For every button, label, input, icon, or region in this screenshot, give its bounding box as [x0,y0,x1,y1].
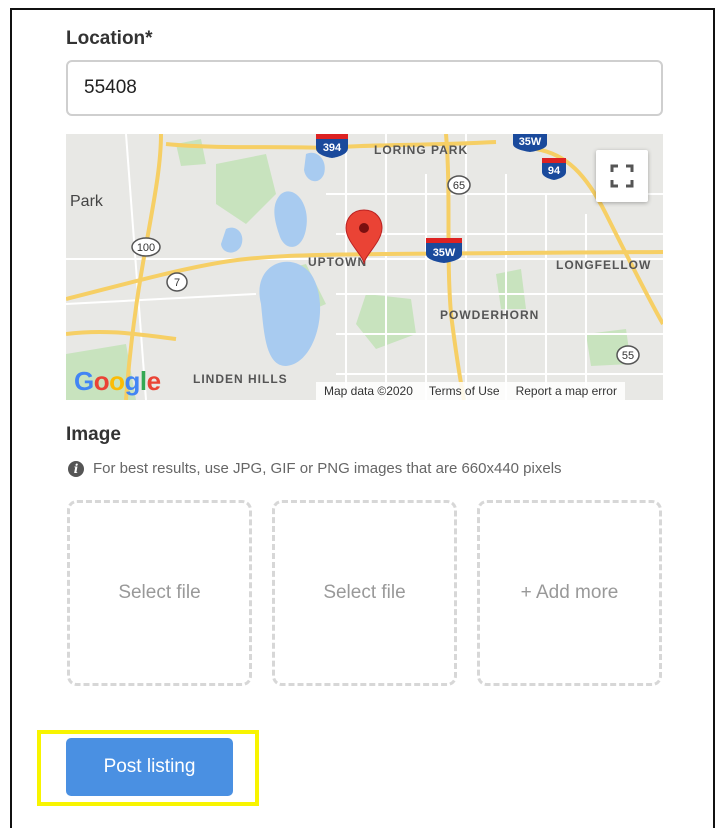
map-label-uptown: UPTOWN [308,255,367,269]
svg-text:94: 94 [548,165,561,177]
add-more-box[interactable]: + Add more [477,500,662,686]
map-label-powderhorn: POWDERHORN [440,308,539,322]
post-listing-button[interactable]: Post listing [66,738,233,796]
info-icon: i [68,460,84,477]
location-input[interactable] [66,60,663,116]
interstate-94-shield: 94 [542,158,566,180]
svg-text:394: 394 [323,142,342,154]
svg-text:35W: 35W [519,136,542,148]
svg-text:65: 65 [453,180,465,192]
report-map-error-link[interactable]: Report a map error [508,384,625,398]
image-hint: i For best results, use JPG, GIF or PNG … [68,460,562,477]
select-file-box-1[interactable]: Select file [67,500,252,686]
fullscreen-icon [610,164,634,188]
park-area [496,269,526,309]
map-label-longfellow: LONGFELLOW [556,258,651,272]
fullscreen-button[interactable] [596,150,648,202]
form-panel [10,8,715,828]
image-label: Image [66,424,121,445]
interstate-35w-shield-2: 35W [426,238,462,263]
svg-text:7: 7 [174,277,180,289]
map-label-linden-hills: LINDEN HILLS [193,372,288,386]
map-label-loring-park: LORING PARK [374,143,468,157]
route-100-marker: 100 [131,237,161,257]
google-logo: Google [74,366,161,396]
location-map[interactable]: LORING PARK UPTOWN LONGFELLOW POWDERHORN… [66,134,663,400]
interstate-394-shield: 394 [316,134,348,158]
route-7-marker: 7 [166,272,188,292]
image-hint-text: For best results, use JPG, GIF or PNG im… [93,460,562,477]
route-55-marker: 55 [616,345,640,365]
svg-text:35W: 35W [433,247,456,259]
location-label: Location* [66,28,153,49]
map-label-park: Park [70,193,104,210]
select-file-box-2[interactable]: Select file [272,500,457,686]
route-65-marker: 65 [447,175,471,195]
map-data-attribution: Map data ©2020 [324,384,413,398]
svg-text:55: 55 [622,350,634,362]
terms-of-use-link[interactable]: Terms of Use [421,384,508,398]
map-footer: Map data ©2020 Terms of Use Report a map… [316,382,625,400]
svg-text:100: 100 [137,242,155,254]
